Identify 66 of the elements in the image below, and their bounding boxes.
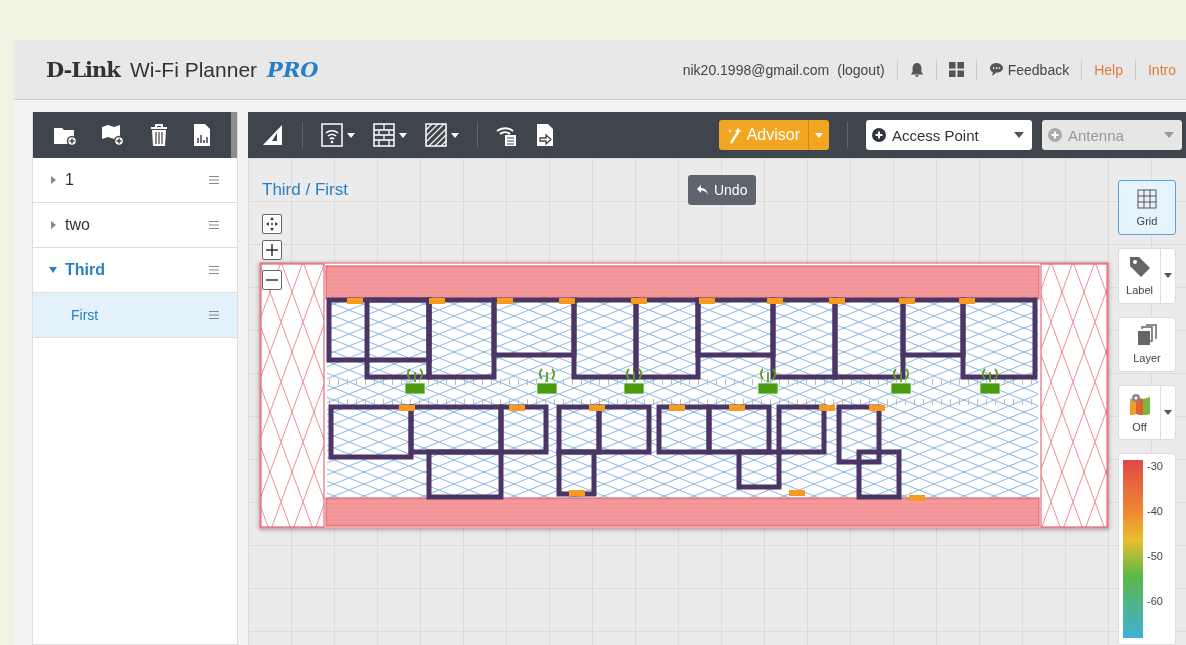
device-type-select[interactable]: Access Point — [866, 120, 1032, 150]
map-pin-icon — [1128, 392, 1151, 415]
tag-icon — [1128, 255, 1151, 278]
caret-down-icon[interactable] — [347, 132, 355, 138]
caret-down-icon — [1014, 132, 1024, 138]
legend-tick-label: -60 — [1147, 595, 1163, 608]
access-point-icon[interactable] — [623, 368, 645, 395]
caret-down-icon — [1164, 410, 1172, 416]
access-point-icon[interactable] — [757, 368, 779, 395]
zoom-in-button[interactable] — [262, 240, 282, 260]
plus-circle-icon — [872, 128, 886, 142]
access-point-icon[interactable] — [404, 368, 426, 395]
brick-wall-icon[interactable] — [373, 123, 395, 147]
view-tool-button[interactable]: Grid — [1118, 180, 1176, 236]
edition-label: PRO — [267, 57, 319, 82]
speech-bubble-icon — [988, 62, 1004, 77]
caret-down-icon — [815, 132, 823, 138]
grid-icon — [1137, 188, 1157, 209]
menu-icon[interactable] — [209, 266, 219, 274]
brand-logo: D-Link — [46, 57, 120, 82]
zoom-out-button[interactable] — [262, 270, 282, 290]
plus-icon — [266, 244, 278, 256]
notification-bell-icon[interactable] — [909, 61, 924, 78]
legend-tick-label: -40 — [1147, 505, 1163, 518]
undo-button[interactable]: Undo — [687, 175, 757, 205]
apps-grid-icon[interactable] — [948, 62, 964, 77]
product-name: Wi-Fi Planner — [129, 58, 258, 82]
export-document-icon[interactable] — [536, 123, 554, 147]
move-arrows-icon — [266, 217, 278, 231]
breadcrumb-link[interactable]: Third / First — [262, 180, 348, 200]
caret-right-icon[interactable] — [49, 221, 57, 229]
trash-icon[interactable] — [149, 123, 169, 147]
menu-icon[interactable] — [209, 176, 219, 184]
caret-right-icon[interactable] — [49, 176, 57, 184]
caret-down-icon — [1164, 132, 1174, 138]
magic-wand-icon — [726, 126, 743, 144]
ruler-icon[interactable] — [262, 124, 284, 146]
feedback-link[interactable]: Feedback — [988, 61, 1070, 78]
caret-down-icon[interactable] — [399, 132, 407, 138]
user-email: nik20.1998@gmail.com — [682, 61, 830, 78]
wifi-frame-icon[interactable] — [321, 123, 343, 147]
layers-icon — [1137, 324, 1157, 347]
undo-arrow-icon — [696, 185, 709, 195]
tree-item[interactable]: two — [33, 203, 237, 248]
tree-item[interactable]: 1 — [33, 158, 237, 203]
tree-item[interactable]: First — [33, 293, 237, 338]
fit-view-button[interactable] — [262, 214, 282, 234]
hatched-area-icon[interactable] — [425, 123, 447, 147]
logout-link[interactable]: (logout) — [837, 61, 885, 78]
caret-down-icon[interactable] — [49, 266, 57, 274]
report-document-icon[interactable] — [193, 123, 211, 147]
menu-icon[interactable] — [209, 311, 219, 319]
menu-icon[interactable] — [209, 221, 219, 229]
access-point-icon[interactable] — [979, 368, 1001, 395]
collapse-handle[interactable] — [231, 112, 237, 158]
view-tool-button[interactable]: Off — [1118, 384, 1176, 441]
legend-tick-label: -50 — [1147, 550, 1163, 563]
access-point-icon[interactable] — [890, 368, 912, 395]
advisor-dropdown-button[interactable] — [808, 120, 829, 150]
caret-down-icon — [1164, 273, 1172, 279]
plus-circle-icon — [1048, 128, 1062, 142]
add-map-icon[interactable] — [101, 124, 125, 146]
legend-tick-label: -30 — [1147, 460, 1163, 473]
view-tool-button[interactable]: Label — [1118, 248, 1176, 304]
caret-down-icon[interactable] — [451, 132, 459, 138]
view-tool-button[interactable]: Layer — [1118, 316, 1176, 372]
